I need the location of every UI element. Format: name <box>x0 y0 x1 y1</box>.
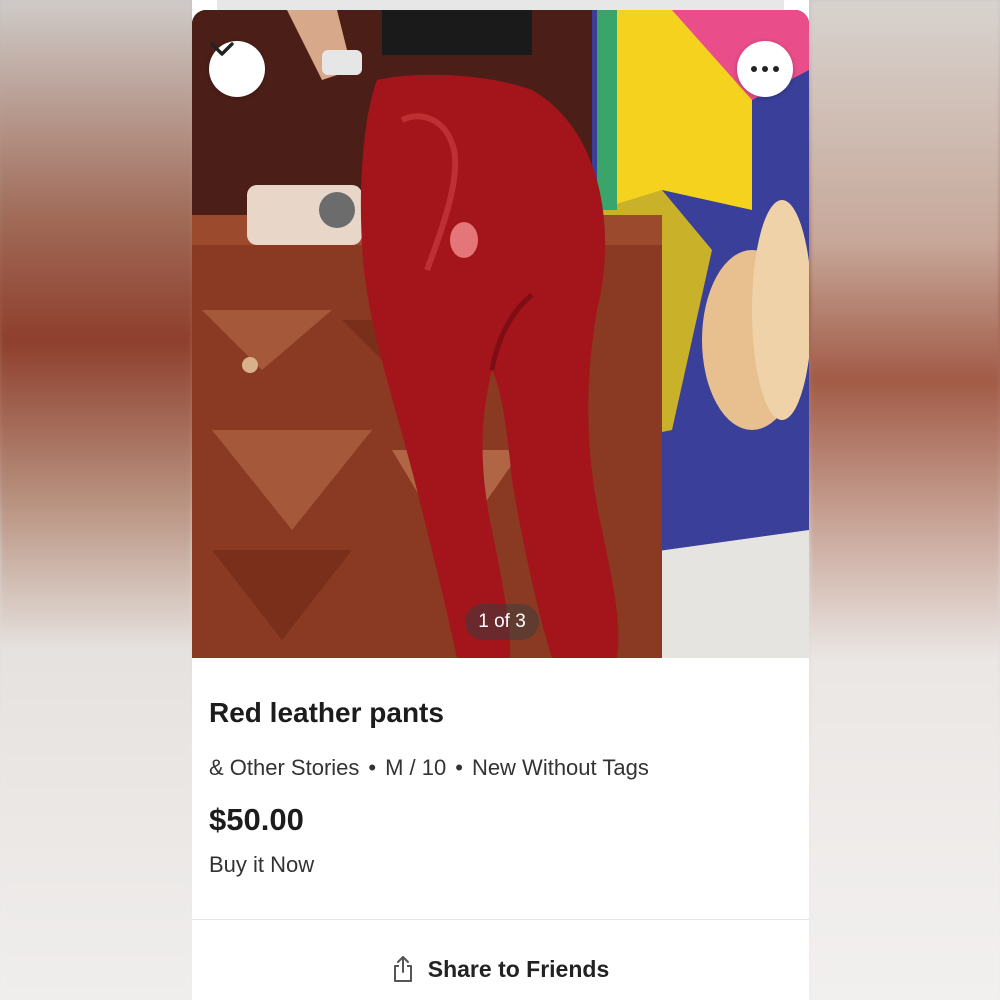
blurred-background-right <box>810 0 1000 1000</box>
section-divider <box>192 919 809 920</box>
blurred-background-left <box>0 0 192 1000</box>
chevron-down-icon <box>210 42 234 56</box>
listing-card: 1 of 3 Red leather pants & Other Stories… <box>192 0 809 1000</box>
listing-photo[interactable]: 1 of 3 <box>192 10 809 658</box>
brand-link[interactable]: & Other Stories <box>209 755 359 781</box>
buy-it-now-label: Buy it Now <box>209 852 315 877</box>
more-dots-icon <box>751 66 779 72</box>
collapse-button[interactable] <box>209 41 265 97</box>
photo-counter: 1 of 3 <box>465 604 539 640</box>
share-icon <box>393 956 412 982</box>
share-label: Share to Friends <box>427 955 610 982</box>
listing-title: Red leather pants <box>209 697 444 728</box>
size-label: M / 10 <box>385 755 447 780</box>
listing-price: $50.00 <box>209 802 304 837</box>
listing-meta: & Other Stories • M / 10 • New Without T… <box>209 755 649 781</box>
meta-separator: • <box>455 755 463 780</box>
condition-label: New Without Tags <box>471 755 649 780</box>
meta-separator: • <box>368 755 377 780</box>
more-options-button[interactable] <box>737 41 793 97</box>
listing-photo-image <box>192 10 809 658</box>
share-to-friends-button[interactable]: Share to Friends <box>192 955 809 983</box>
